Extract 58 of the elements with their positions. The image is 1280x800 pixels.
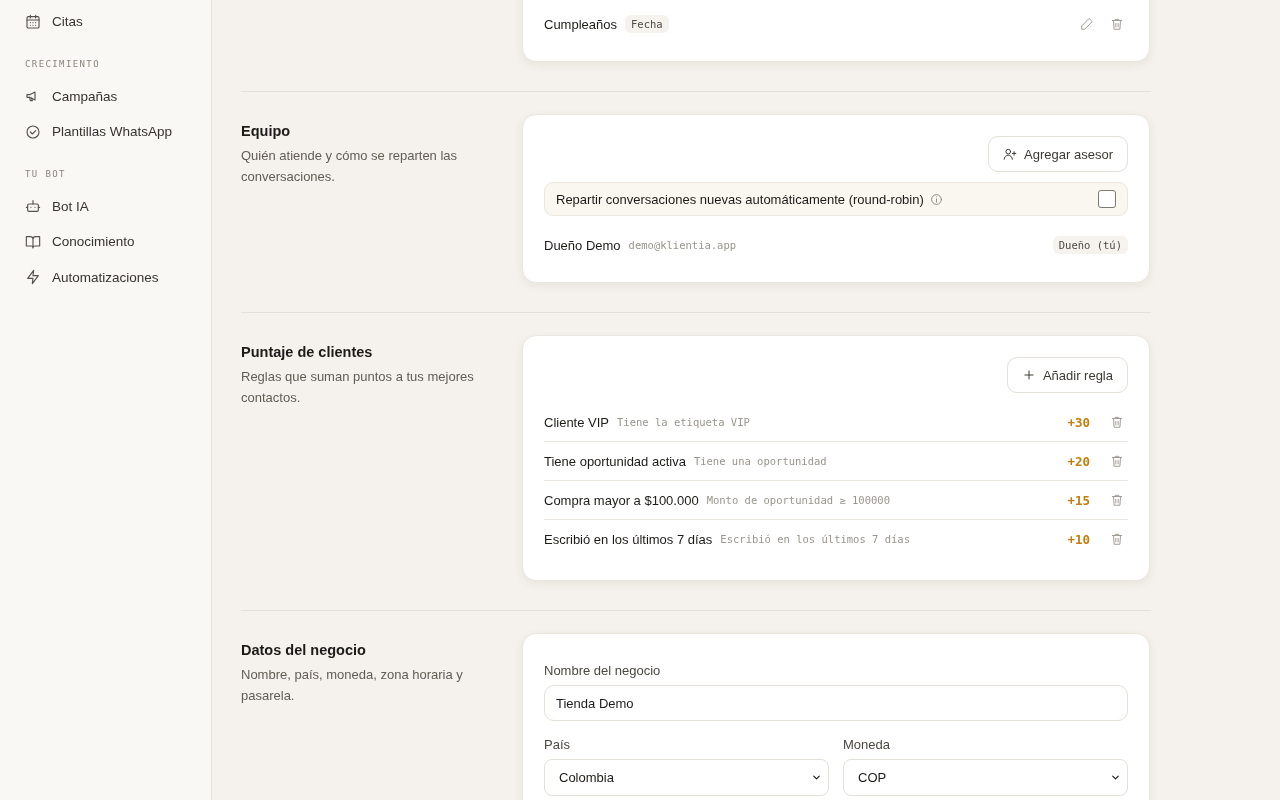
trash-icon — [1110, 415, 1124, 429]
rule-points: +10 — [1067, 531, 1090, 547]
rule-condition: Tiene la etiqueta VIP — [617, 416, 750, 428]
info-icon — [929, 192, 943, 206]
member-email: demo@klientia.app — [628, 239, 737, 251]
section-title: Datos del negocio — [241, 642, 367, 658]
checkbox[interactable] — [1098, 190, 1116, 208]
chevron-down-icon — [1110, 772, 1121, 783]
add-advisor-button[interactable]: Agregar asesor — [988, 136, 1128, 172]
field-label: País — [544, 737, 571, 752]
check-circle-icon — [25, 123, 41, 140]
field-type-tag: Fecha — [625, 15, 669, 33]
sidebar-item[interactable]: Campañas — [0, 78, 211, 114]
rule-name: Compra mayor a $100.000 — [544, 492, 699, 508]
sidebar-item[interactable]: Conocimiento — [0, 224, 211, 260]
pencil-icon — [1080, 17, 1094, 31]
option-label: Repartir conversaciones nuevas automáticamente (round-robin) — [556, 191, 924, 207]
rule-points: +20 — [1067, 453, 1090, 469]
chevron-down-icon — [811, 772, 822, 783]
rule-name: Escribió en los últimos 7 días — [544, 531, 713, 547]
dropdown-field[interactable]: COP — [843, 759, 1128, 796]
rule-condition: Tiene una oportunidad — [693, 455, 827, 467]
sidebar-section-label: CRECIMIENTO — [24, 57, 101, 71]
user-plus-icon — [1003, 147, 1018, 161]
sidebar-item[interactable]: Plantillas WhatsApp — [0, 114, 211, 150]
rule-name: Cliente VIP — [544, 414, 610, 430]
sidebar-section-label: TU BOT — [24, 167, 67, 181]
section-title: Equipo — [241, 123, 292, 139]
trash-icon — [1110, 454, 1124, 468]
trash-icon — [1110, 17, 1124, 31]
role-badge: Dueño (tú) — [1052, 236, 1128, 254]
sidebar-item[interactable]: Automatizaciones — [0, 259, 211, 295]
section-description: Quién atiende y cómo se reparten las conversaciones. — [241, 147, 459, 186]
add-rule-button[interactable]: Añadir regla — [1006, 357, 1128, 393]
rule-name: Tiene oportunidad activa — [544, 453, 686, 469]
lightning-icon — [25, 269, 41, 286]
plus-icon — [1021, 368, 1036, 382]
round-robin-option[interactable]: Repartir conversaciones nuevas automáticamente (round-robin) — [544, 182, 1128, 216]
book-icon — [25, 233, 41, 250]
trash-icon — [1110, 532, 1124, 546]
trash-icon — [1110, 493, 1124, 507]
sidebar-item[interactable]: Bot IA — [0, 188, 211, 224]
field-label: Nombre del negocio — [544, 663, 662, 678]
section-description: Nombre, país, moneda, zona horaria y pasarela. — [241, 666, 464, 705]
sidebar-item[interactable]: Citas — [0, 4, 211, 40]
field-label: Moneda — [843, 737, 891, 752]
rule-condition: Escribió en los últimos 7 días — [720, 533, 910, 545]
business-name-field[interactable]: Tienda Demo — [544, 685, 1128, 721]
section-description: Reglas que suman puntos a tus mejores contactos. — [241, 368, 475, 407]
member-name: Dueño Demo — [544, 237, 621, 253]
section-title: Puntaje de clientes — [241, 344, 374, 360]
dropdown-field[interactable]: Colombia — [544, 759, 829, 796]
calendar-icon — [25, 13, 41, 30]
rule-condition: Monto de oportunidad ≥ 100000 — [706, 494, 890, 506]
rule-points: +30 — [1067, 414, 1090, 430]
rule-points: +15 — [1067, 492, 1090, 508]
field-name: Cumpleaños — [544, 16, 617, 32]
robot-icon — [25, 198, 41, 215]
